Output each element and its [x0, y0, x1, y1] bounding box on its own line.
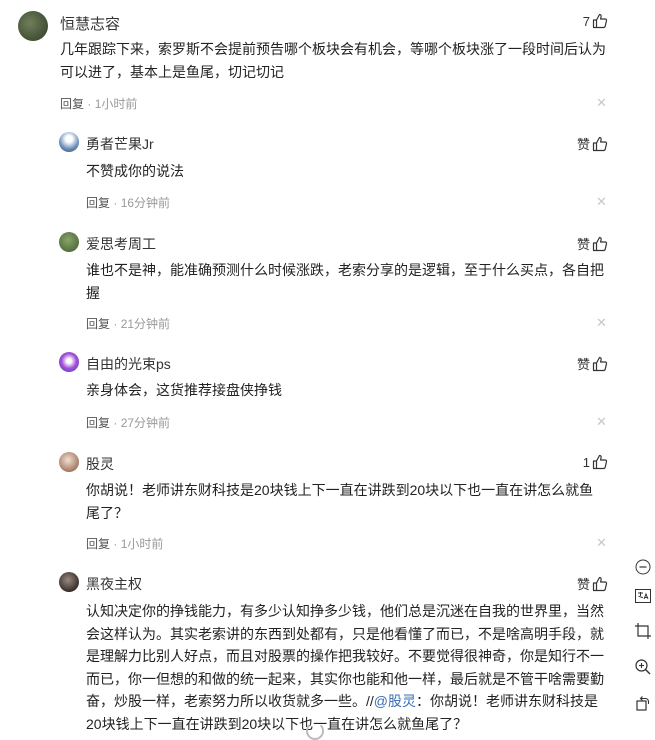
username[interactable]: 勇者芒果Jr — [86, 134, 154, 154]
reply-line: 而已，你一但想的和做的统一起来，其实你也能和他一样，最后就是不管干啥需要勤 — [86, 670, 604, 687]
thumbs-up-icon — [592, 356, 608, 371]
reply-line: 是理解力比别人好点，而且对股票的操作把我较好。不要觉得很神奇，你是知行不一 — [86, 648, 604, 664]
avatar[interactable] — [59, 452, 79, 472]
timestamp: 1小时前 — [94, 97, 138, 111]
reply-item: 勇者芒果Jr 赞 不赞成你的说法 回复 · 16分钟前 ✕ — [0, 128, 620, 223]
close-icon[interactable]: ✕ — [596, 316, 607, 329]
zoom-in-icon[interactable] — [632, 656, 654, 678]
close-icon[interactable]: ✕ — [596, 195, 607, 208]
thumbs-up-icon — [592, 576, 608, 591]
comment-line: 几年跟踪下来，索罗斯不会提前预告哪个板块会有机会，等哪个板块涨了一段时间后认为 — [60, 41, 606, 57]
avatar[interactable] — [18, 11, 48, 41]
username[interactable]: 股灵 — [86, 454, 114, 474]
reply-line: 尾了？ — [86, 504, 128, 521]
username[interactable]: 黑夜主权 — [86, 574, 142, 594]
crop-icon[interactable] — [632, 620, 654, 642]
like-button[interactable]: 赞 — [577, 134, 608, 153]
separator: · — [113, 196, 118, 210]
reply-button[interactable]: 回复 — [86, 196, 110, 210]
thumbs-up-icon — [592, 13, 608, 29]
translate-icon[interactable] — [632, 585, 654, 607]
reply-line: 握 — [86, 284, 100, 301]
reply-line: 认知决定你的挣钱能力，有多少认知挣多少钱，他们总是沉迷在自我的世界里，当然 — [86, 603, 604, 619]
timestamp: 21分钟前 — [120, 317, 171, 331]
like-label: 赞 — [576, 357, 590, 372]
like-button[interactable]: 1 — [583, 454, 608, 470]
close-icon[interactable]: ✕ — [596, 536, 607, 549]
reply-meta: 回复 · 21分钟前 — [86, 315, 170, 332]
reply-button[interactable]: 回复 — [86, 317, 110, 331]
thumbs-up-icon — [592, 136, 608, 151]
reply-item: 爱思考周工 赞 谁也不是神，能准确预测什么时候涨跌，老索分享的是逻辑，至于什么买… — [0, 228, 620, 343]
username[interactable]: 爱思考周工 — [86, 234, 156, 254]
reply-line: 不赞成你的说法 — [86, 163, 184, 179]
reply-item: 黑夜主权 赞 认知决定你的挣钱能力，有多少认知挣多少钱，他们总是沉迷在自我的世界… — [0, 568, 620, 732]
separator: · — [113, 537, 118, 551]
comment-meta: 回复 · 1小时前 — [60, 95, 137, 112]
reply-text-fragment: ：你胡说！老师讲东财科技是 — [416, 693, 598, 709]
reply-button[interactable]: 回复 — [60, 97, 84, 111]
reply-line: 你胡说！老师讲东财科技是20块钱上下一直在讲跌到20块以下也一直在讲怎么就鱼 — [86, 482, 594, 498]
avatar[interactable] — [59, 572, 79, 592]
timestamp: 1小时前 — [120, 537, 164, 551]
reply-item: 股灵 1 你胡说！老师讲东财科技是20块钱上下一直在讲跌到20块以下也一直在讲怎… — [0, 448, 620, 563]
like-label: 赞 — [576, 137, 590, 152]
close-icon[interactable]: ✕ — [596, 96, 607, 109]
reply-meta: 回复 · 16分钟前 — [86, 194, 170, 211]
mention-link[interactable]: @股灵 — [374, 693, 416, 709]
thumbs-up-icon — [592, 236, 608, 251]
reply-text: 谁也不是神，能准确预测什么时候涨跌，老索分享的是逻辑，至于什么买点，各自把 握 — [86, 259, 616, 304]
like-label: 赞 — [576, 577, 590, 592]
separator: · — [87, 97, 92, 111]
timestamp: 16分钟前 — [120, 196, 171, 210]
reply-item: 自由的光束ps 赞 亲身体会，这货推荐接盘侠挣钱 回复 · 27分钟前 ✕ — [0, 348, 620, 443]
like-button[interactable]: 赞 — [577, 354, 608, 373]
username[interactable]: 自由的光束ps — [86, 354, 171, 374]
like-button[interactable]: 赞 — [577, 234, 608, 253]
minus-icon[interactable] — [632, 556, 654, 578]
avatar[interactable] — [59, 132, 79, 152]
reply-text: 不赞成你的说法 — [86, 160, 616, 183]
reply-line: 亲身体会，这货推荐接盘侠挣钱 — [86, 382, 282, 398]
comment-main: 恒慧志容 7 几年跟踪下来，索罗斯不会提前预告哪个板块会有机会，等哪个板块涨了一… — [0, 0, 620, 125]
like-button[interactable]: 赞 — [577, 574, 608, 593]
comment-line: 可以进了，基本上是鱼尾，切记切记 — [60, 63, 284, 80]
reply-text: 你胡说！老师讲东财科技是20块钱上下一直在讲跌到20块以下也一直在讲怎么就鱼 尾… — [86, 479, 616, 524]
separator: · — [113, 317, 118, 331]
like-count: 7 — [582, 13, 590, 29]
reply-line: 奋，炒股一样，老索努力所以收货就多一些。//@股灵：你胡说！老师讲东财科技是 — [86, 690, 616, 713]
reply-button[interactable]: 回复 — [86, 537, 110, 551]
reply-meta: 回复 · 27分钟前 — [86, 414, 170, 431]
reply-meta: 回复 · 1小时前 — [86, 535, 163, 552]
thumbs-up-icon — [592, 454, 608, 470]
like-label: 赞 — [576, 237, 590, 252]
rotate-icon[interactable] — [632, 692, 654, 714]
comment-text: 几年跟踪下来，索罗斯不会提前预告哪个板块会有机会，等哪个板块涨了一段时间后认为 … — [60, 38, 615, 83]
like-button[interactable]: 7 — [583, 13, 608, 29]
reply-text: 亲身体会，这货推荐接盘侠挣钱 — [86, 379, 616, 402]
reply-text: 认知决定你的挣钱能力，有多少认知挣多少钱，他们总是沉迷在自我的世界里，当然 会这… — [86, 600, 616, 735]
avatar[interactable] — [59, 352, 79, 372]
separator: · — [113, 416, 118, 430]
close-icon[interactable]: ✕ — [596, 415, 607, 428]
reply-line: 会这样认为。其实老索讲的东西到处都有，只是他看懂了而已，不是啥高明手段，就 — [86, 625, 604, 642]
timestamp: 27分钟前 — [120, 416, 171, 430]
reply-line: 谁也不是神，能准确预测什么时候涨跌，老索分享的是逻辑，至于什么买点，各自把 — [86, 262, 604, 278]
username[interactable]: 恒慧志容 — [60, 13, 120, 34]
reply-text-fragment: 奋，炒股一样，老索努力所以收货就多一些。// — [86, 693, 374, 709]
avatar[interactable] — [59, 232, 79, 252]
reply-button[interactable]: 回复 — [86, 416, 110, 430]
loading-icon — [306, 722, 324, 740]
like-count: 1 — [582, 454, 590, 470]
